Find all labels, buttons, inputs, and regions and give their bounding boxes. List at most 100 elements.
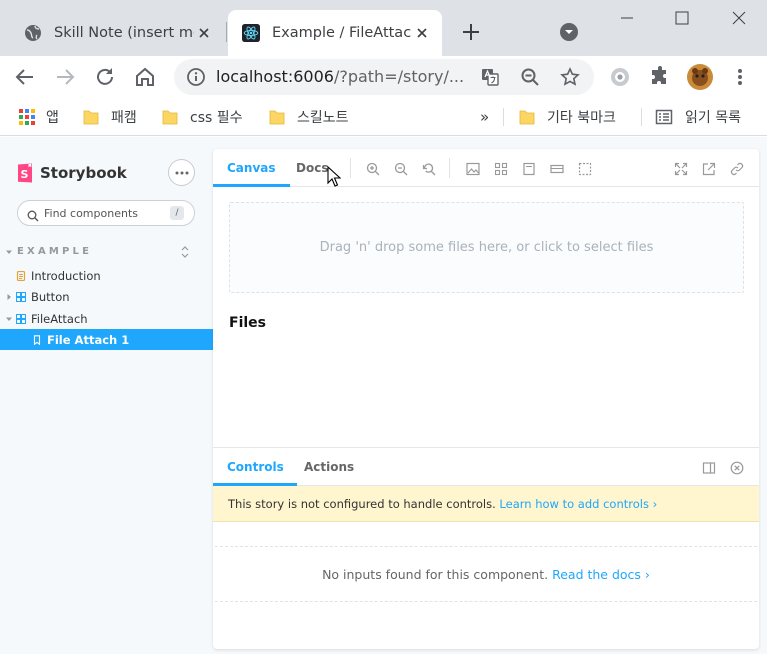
bookmark-folder[interactable]: css 필수 [162, 106, 243, 128]
search-shortcut-badge: / [170, 206, 184, 220]
window-close-icon[interactable] [729, 8, 749, 28]
component-icon [16, 313, 26, 324]
tab-docs[interactable]: Docs [296, 149, 328, 187]
notice-text: This story is not configured to handle c… [228, 496, 496, 511]
search-icon [27, 207, 39, 222]
search-input[interactable] [44, 205, 164, 221]
bookmark-label: css 필수 [190, 110, 243, 126]
preview-panel: Canvas Docs Drag 'n' drop some files her… [213, 149, 759, 649]
chevron-right-icon: › [652, 496, 658, 511]
zoom-reset-icon[interactable] [422, 161, 436, 176]
bookmark-label: 앱 [46, 110, 59, 126]
zoom-out-icon[interactable] [394, 161, 408, 176]
bookmarks-overflow-button[interactable]: » [480, 106, 489, 128]
read-docs-link[interactable]: Read the docs [552, 567, 641, 582]
group-title: EXAMPLE [17, 246, 93, 257]
tree-item-fileattach[interactable]: FileAttach [0, 308, 214, 329]
plus-icon[interactable] [459, 20, 483, 44]
learn-controls-link[interactable]: Learn how to add controls [499, 497, 649, 511]
no-inputs-text: No inputs found for this component. [322, 566, 549, 582]
tab-label: Canvas [227, 161, 276, 175]
bookmark-label: 기타 북마크 [547, 110, 616, 126]
bookmark-folder[interactable]: 스킬노트 [269, 106, 349, 128]
tab-label: Controls [227, 460, 284, 474]
group-header-example[interactable]: EXAMPLE [5, 246, 92, 257]
tree-item-file-attach-1[interactable]: File Attach 1 [0, 329, 214, 350]
bookmark-apps[interactable]: 앱 [18, 106, 59, 128]
tree-item-label: File Attach 1 [47, 332, 130, 347]
bookmark-label: 읽기 목록 [685, 110, 741, 126]
apps-grid-icon [19, 109, 35, 125]
ellipsis-icon [175, 171, 188, 174]
close-icon[interactable] [196, 25, 212, 41]
tree-item-introduction[interactable]: Introduction [0, 265, 214, 286]
home-icon[interactable] [133, 65, 157, 89]
star-icon[interactable] [560, 67, 580, 87]
folder-icon [83, 110, 99, 125]
tree-item-label: Introduction [31, 268, 101, 283]
bookmark-separator [503, 108, 504, 126]
link-icon[interactable] [730, 161, 744, 176]
kebab-menu-icon[interactable] [728, 65, 752, 89]
toolbar-separator [350, 158, 351, 178]
minimize-icon[interactable] [617, 8, 637, 28]
forward-arrow-icon[interactable] [53, 65, 77, 89]
tree-item-button[interactable]: Button [0, 286, 214, 307]
avatar[interactable] [686, 63, 714, 91]
reading-list-icon [655, 109, 673, 125]
addons-tabbar: Controls Actions [213, 448, 759, 486]
zoom-in-icon[interactable] [366, 161, 380, 176]
outline-icon[interactable] [578, 161, 592, 176]
browser-tab-skill-note[interactable]: Skill Note (insert mode) [8, 10, 224, 56]
bookmark-folder[interactable]: 패캠 [83, 106, 137, 128]
chevron-right-icon: › [644, 566, 650, 582]
storybook-logo[interactable]: S Storybook [17, 163, 127, 183]
svg-text:S: S [21, 168, 29, 181]
bookmark-label: 스킬노트 [297, 110, 349, 126]
browser-tab-storybook[interactable]: Example / FileAttach 1 ⋅ Storybook [228, 10, 442, 56]
close-icon[interactable] [414, 25, 430, 41]
chevron-down-icon[interactable] [559, 22, 579, 42]
tree-item-label: FileAttach [31, 311, 88, 326]
close-panel-icon[interactable] [730, 460, 744, 475]
addons-panel: Controls Actions This story is not confi… [213, 447, 759, 649]
search-field[interactable]: / [17, 200, 195, 226]
address-bar[interactable]: localhost:6006/?path=/story/... [174, 59, 594, 95]
globe-icon [24, 24, 42, 42]
expand-collapse-icon[interactable] [180, 244, 190, 258]
fullscreen-icon[interactable] [674, 161, 688, 176]
browser-toolbar: localhost:6006/?path=/story/... [0, 56, 767, 98]
tree-item-label: Button [31, 289, 70, 304]
back-arrow-icon[interactable] [13, 65, 37, 89]
tab-actions[interactable]: Actions [304, 448, 354, 486]
url-path: /?path=/story/... [333, 67, 465, 86]
extension-badge-icon[interactable] [608, 65, 632, 89]
measure-icon[interactable] [550, 161, 564, 175]
toolbar-separator [449, 158, 450, 178]
storybook-brand-icon: S [18, 163, 32, 183]
tab-label: Actions [304, 460, 355, 474]
tab-title: Example / FileAttach 1 ⋅ Storybook [272, 25, 412, 41]
bookmark-reading-list[interactable]: 읽기 목록 [655, 106, 741, 128]
settings-menu-button[interactable] [168, 159, 195, 186]
reload-icon[interactable] [93, 65, 117, 89]
zoom-icon[interactable] [520, 67, 540, 87]
translate-icon[interactable] [480, 67, 500, 87]
puzzle-icon[interactable] [648, 65, 672, 89]
tab-canvas[interactable]: Canvas [213, 149, 290, 187]
mouse-cursor-icon [327, 166, 341, 187]
viewport-icon[interactable] [522, 161, 536, 176]
open-new-tab-icon[interactable] [702, 161, 716, 176]
tab-controls[interactable]: Controls [213, 448, 297, 486]
grid-icon[interactable] [494, 161, 508, 176]
file-dropzone[interactable]: Drag 'n' drop some files here, or click … [229, 202, 744, 293]
panel-layout-icon[interactable] [702, 460, 716, 474]
preview-toolbar: Canvas Docs [213, 149, 759, 187]
background-image-icon[interactable] [466, 161, 480, 176]
document-icon [16, 270, 26, 281]
bookmark-folder-other[interactable]: 기타 북마크 [519, 106, 616, 128]
bookmark-separator [641, 108, 642, 126]
maximize-icon[interactable] [672, 8, 692, 28]
dropzone-text: Drag 'n' drop some files here, or click … [319, 240, 654, 255]
info-icon[interactable] [186, 67, 206, 87]
